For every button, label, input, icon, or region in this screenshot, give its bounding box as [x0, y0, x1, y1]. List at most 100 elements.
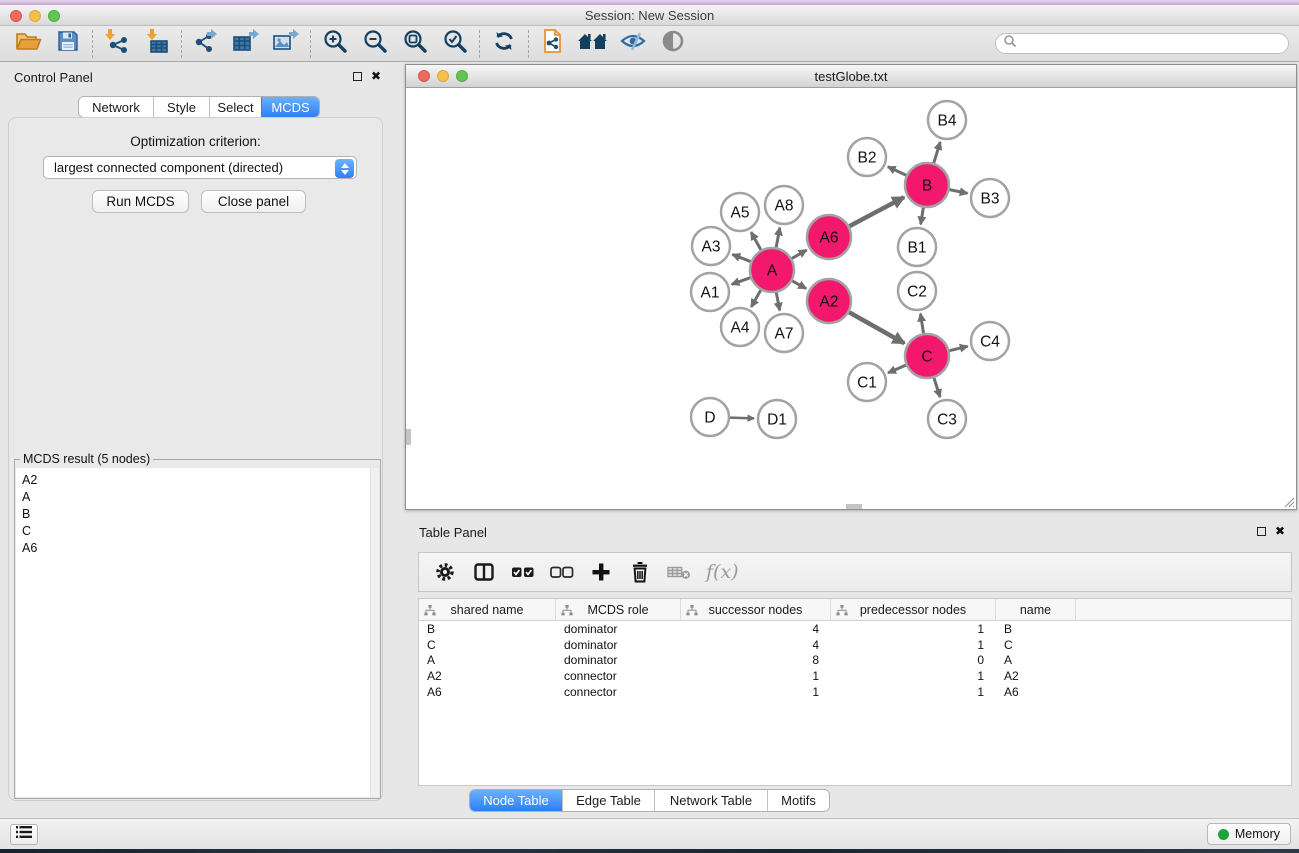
save-session-button[interactable] — [48, 29, 88, 59]
mcds-result-list[interactable]: A2ABCA6 — [16, 468, 379, 797]
table-cell[interactable]: 1 — [831, 669, 996, 683]
graph-edge-A-A8[interactable] — [776, 228, 780, 248]
graph-node-C3[interactable]: C3 — [928, 400, 966, 438]
add-column-icon[interactable] — [589, 560, 613, 584]
graph-edge-A-A2[interactable] — [792, 281, 806, 289]
show-panels-button[interactable] — [653, 29, 693, 59]
close-panel-button[interactable]: Close panel — [201, 190, 306, 213]
table-cell[interactable]: 4 — [681, 638, 831, 652]
table-cell[interactable]: connector — [556, 669, 681, 683]
zoom-out-button[interactable] — [355, 29, 395, 59]
table-cell[interactable]: A — [419, 653, 556, 667]
table-cell[interactable]: 0 — [831, 653, 996, 667]
table-cell[interactable]: C — [419, 638, 556, 652]
criterion-dropdown[interactable]: largest connected component (directed) — [43, 156, 357, 179]
export-table-button[interactable] — [226, 29, 266, 59]
delete-column-icon[interactable] — [628, 560, 652, 584]
graph-node-A4[interactable]: A4 — [721, 308, 759, 346]
mcds-result-item[interactable]: B — [16, 505, 379, 522]
graph-node-A5[interactable]: A5 — [721, 193, 759, 231]
column-header-shared-name[interactable]: shared name — [419, 599, 556, 621]
table-cell[interactable]: 8 — [681, 653, 831, 667]
table-cell[interactable]: dominator — [556, 638, 681, 652]
table-cell[interactable]: A — [996, 653, 1076, 667]
graph-edge-B-B1[interactable] — [921, 208, 924, 225]
table-panel-close-button[interactable]: ✖ — [1275, 526, 1285, 536]
control-panel-close-button[interactable]: ✖ — [371, 71, 381, 81]
graph-node-B4[interactable]: B4 — [928, 101, 966, 139]
network-snapshot-button[interactable] — [533, 29, 573, 59]
run-mcds-button[interactable]: Run MCDS — [92, 190, 189, 213]
table-row[interactable]: Adominator80A — [419, 653, 1291, 669]
graph-edge-C-C1[interactable] — [888, 365, 906, 373]
table-cell[interactable]: 1 — [831, 638, 996, 652]
table-cell[interactable]: 1 — [831, 685, 996, 699]
tab-network[interactable]: Network — [79, 97, 153, 117]
tab-mcds[interactable]: MCDS — [261, 97, 319, 117]
mcds-result-item[interactable]: A6 — [16, 540, 379, 557]
open-session-button[interactable] — [8, 29, 48, 59]
network-canvas[interactable]: B4B2BB3A8A5A6A3B1AA1C2A2A4A7C4CC1C3DD1 — [406, 88, 1296, 509]
table-cell[interactable]: A6 — [419, 685, 556, 699]
graph-edge-A2-C[interactable] — [849, 312, 904, 343]
graph-node-A2[interactable]: A2 — [807, 279, 851, 323]
graph-edge-A-A6[interactable] — [792, 250, 807, 258]
search-input[interactable] — [1017, 35, 1288, 52]
graph-edge-A-A5[interactable] — [751, 232, 761, 250]
tab-motifs[interactable]: Motifs — [767, 790, 829, 811]
table-row[interactable]: A6connector11A6 — [419, 684, 1291, 700]
graph-edge-C-C4[interactable] — [949, 346, 967, 350]
graph-edge-A-A1[interactable] — [732, 278, 751, 285]
table-row[interactable]: Bdominator41B — [419, 621, 1291, 637]
column-header-predecessor-nodes[interactable]: predecessor nodes — [831, 599, 996, 621]
table-cell[interactable]: 4 — [681, 622, 831, 636]
table-cell[interactable]: C — [996, 638, 1076, 652]
tab-node-table[interactable]: Node Table — [470, 790, 562, 811]
graph-node-A7[interactable]: A7 — [765, 314, 803, 352]
tab-edge-table[interactable]: Edge Table — [562, 790, 654, 811]
graph-edge-C-C3[interactable] — [934, 378, 940, 397]
graph-edge-A-A7[interactable] — [776, 293, 779, 311]
graph-node-D1[interactable]: D1 — [758, 400, 796, 438]
zoom-in-button[interactable] — [315, 29, 355, 59]
table-cell[interactable]: dominator — [556, 622, 681, 636]
network-graph[interactable]: B4B2BB3A8A5A6A3B1AA1C2A2A4A7C4CC1C3DD1 — [406, 88, 1296, 509]
graph-node-A8[interactable]: A8 — [765, 186, 803, 224]
mcds-result-item[interactable]: A — [16, 488, 379, 505]
zoom-fit-button[interactable] — [395, 29, 435, 59]
graph-node-A3[interactable]: A3 — [692, 227, 730, 265]
import-network-button[interactable] — [97, 29, 137, 59]
graph-node-C[interactable]: C — [905, 334, 949, 378]
table-cell[interactable]: connector — [556, 685, 681, 699]
graph-node-B3[interactable]: B3 — [971, 179, 1009, 217]
table-cell[interactable]: 1 — [681, 669, 831, 683]
horizontal-scroll-indicator[interactable] — [846, 504, 862, 509]
resize-grip[interactable] — [1282, 495, 1295, 508]
zoom-selected-button[interactable] — [435, 29, 475, 59]
graph-node-A[interactable]: A — [750, 248, 794, 292]
table-cell[interactable]: A2 — [996, 669, 1076, 683]
vertical-scroll-indicator[interactable] — [406, 429, 411, 445]
task-history-button[interactable] — [10, 824, 38, 845]
column-layout-icon[interactable] — [472, 560, 496, 584]
result-scrollbar[interactable] — [370, 468, 379, 797]
network-window-titlebar[interactable]: testGlobe.txt — [406, 65, 1296, 88]
search-field[interactable] — [995, 33, 1289, 54]
graph-edge-D-D1[interactable] — [730, 418, 754, 419]
graph-node-C4[interactable]: C4 — [971, 322, 1009, 360]
tab-style[interactable]: Style — [153, 97, 209, 117]
column-header-successor-nodes[interactable]: successor nodes — [681, 599, 831, 621]
settings-gear-icon[interactable] — [433, 560, 457, 584]
hide-panels-button[interactable] — [613, 29, 653, 59]
graph-node-C2[interactable]: C2 — [898, 272, 936, 310]
table-cell[interactable]: 1 — [681, 685, 831, 699]
table-cell[interactable]: dominator — [556, 653, 681, 667]
memory-button[interactable]: Memory — [1207, 823, 1291, 845]
graph-node-B2[interactable]: B2 — [848, 138, 886, 176]
graph-edge-A-A4[interactable] — [751, 290, 760, 307]
column-header-MCDS-role[interactable]: MCDS role — [556, 599, 681, 621]
mcds-result-item[interactable]: C — [16, 523, 379, 540]
graph-node-C1[interactable]: C1 — [848, 363, 886, 401]
graph-edge-A6-B[interactable] — [849, 197, 904, 226]
table-row[interactable]: Cdominator41C — [419, 637, 1291, 653]
